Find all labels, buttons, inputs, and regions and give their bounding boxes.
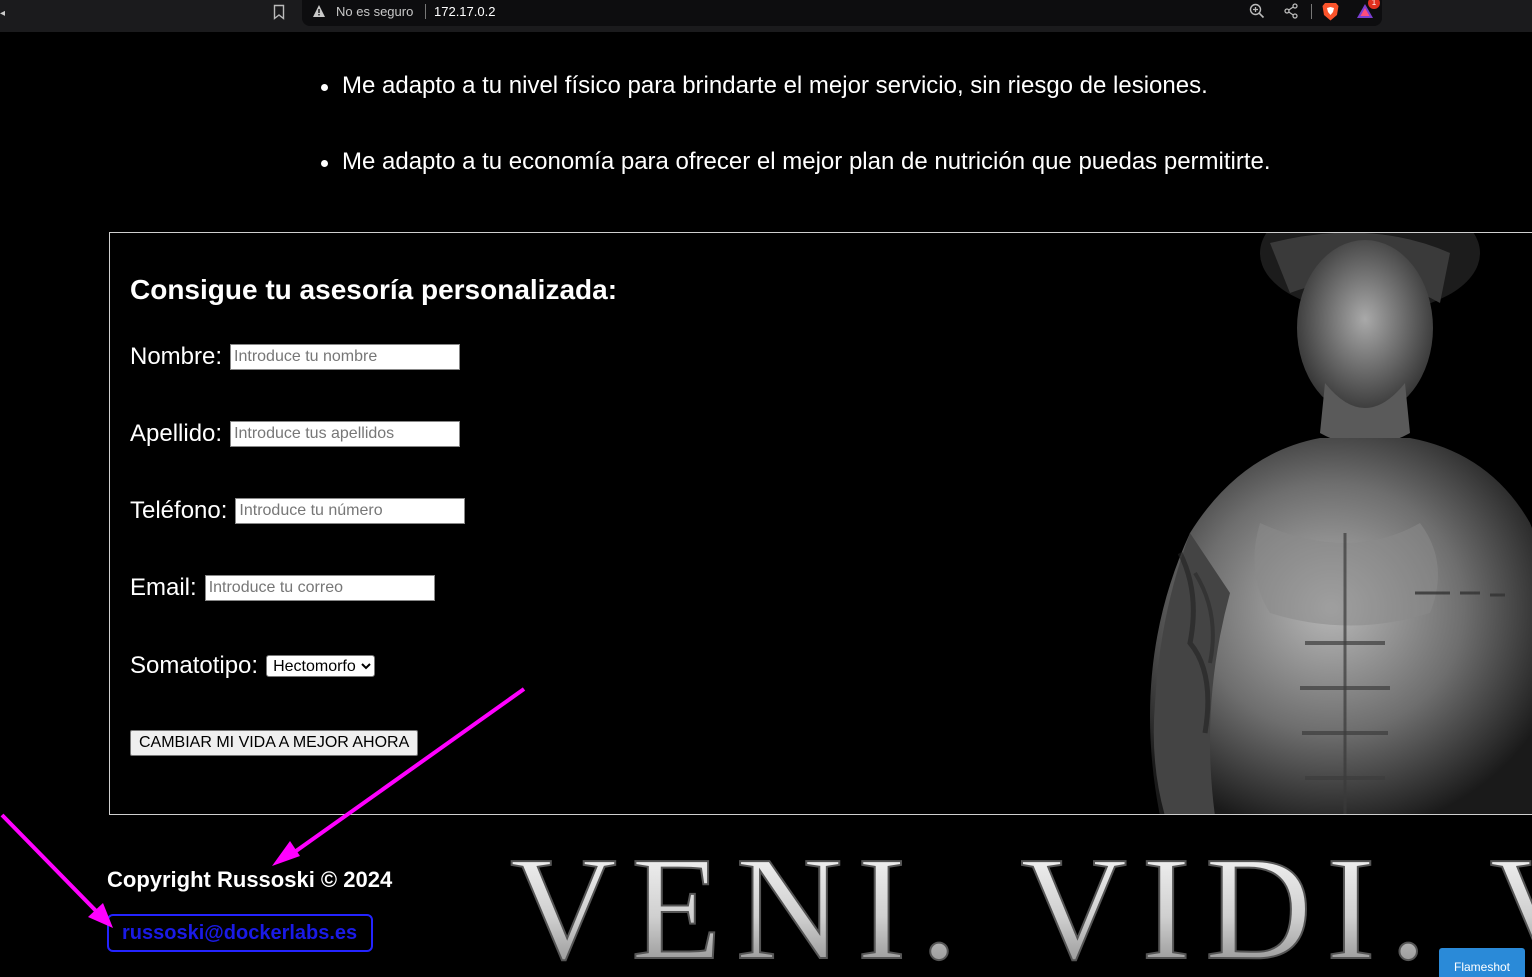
form-title: Consigue tu asesoría personalizada: <box>130 274 618 305</box>
zoom-icon[interactable] <box>1249 3 1265 19</box>
flameshot-tab[interactable]: Flameshot <box>1439 948 1525 977</box>
somatotipo-label: Somatotipo: <box>130 652 259 679</box>
somatotipo-select[interactable]: Hectomorfo <box>266 655 376 677</box>
url-divider <box>425 4 426 19</box>
telefono-input[interactable] <box>235 498 466 524</box>
warning-icon[interactable] <box>312 4 326 18</box>
security-status[interactable]: No es seguro <box>336 4 413 19</box>
motto-banner: VENI. VIDI. VI <box>509 830 1532 977</box>
share-icon[interactable] <box>1283 3 1299 19</box>
browser-toolbar: ◂ No es seguro 172.17.0.2 1 <box>0 0 1532 32</box>
email-input[interactable] <box>204 575 435 601</box>
telefono-row: Teléfono: <box>130 497 466 525</box>
copyright-text: Copyright Russoski © 2024 <box>107 867 393 892</box>
apellido-row: Apellido: <box>130 420 461 448</box>
url-text[interactable]: 172.17.0.2 <box>434 4 495 19</box>
brave-shields-icon[interactable] <box>1322 2 1339 21</box>
bookmark-icon[interactable] <box>273 4 285 20</box>
nombre-label: Nombre: <box>130 343 223 370</box>
telefono-label: Teléfono: <box>130 497 228 524</box>
nombre-input[interactable] <box>230 344 461 370</box>
apellido-label: Apellido: <box>130 420 223 447</box>
nombre-row: Nombre: <box>130 343 461 371</box>
motto-text: VENI. VIDI. VI <box>510 830 1532 977</box>
email-row: Email: <box>130 574 435 602</box>
fitness-model-image <box>1150 233 1532 814</box>
consultation-form: Consigue tu asesoría personalizada: Nomb… <box>109 232 1532 815</box>
arrow-to-email <box>0 813 113 928</box>
contact-email-link[interactable]: russoski@dockerlabs.es <box>107 914 373 952</box>
back-arrow-icon[interactable]: ◂ <box>0 8 5 19</box>
toolbar-divider <box>1311 4 1312 19</box>
benefit-item: Me adapto a tu nivel físico para brindar… <box>321 72 1208 99</box>
somatotipo-row: Somatotipo: Hectomorfo <box>130 652 376 680</box>
apellido-input[interactable] <box>230 421 461 447</box>
email-label: Email: <box>130 574 197 601</box>
submit-button[interactable]: CAMBIAR MI VIDA A MEJOR AHORA <box>130 730 419 756</box>
benefit-item: Me adapto a tu economía para ofrecer el … <box>321 148 1271 175</box>
